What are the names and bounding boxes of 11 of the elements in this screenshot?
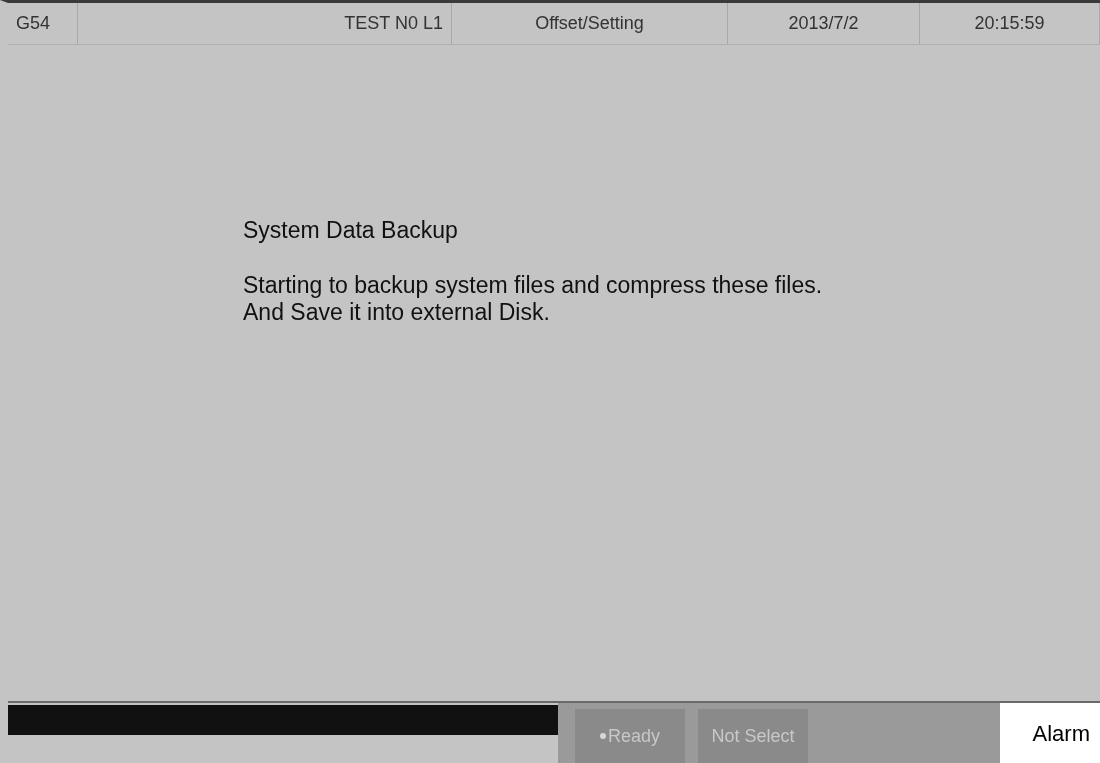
header-text: 20:15:59	[974, 12, 1045, 35]
header-text: TEST N0 L1	[344, 12, 443, 35]
header-text: 2013/7/2	[788, 12, 859, 35]
message-text: And Save it into external Disk.	[243, 299, 551, 327]
header-text: G54	[16, 12, 51, 35]
status-indicator: Ready	[575, 709, 685, 763]
header-text: Offset/Setting	[535, 12, 644, 35]
alarm-label: Alarm	[1000, 703, 1100, 763]
status-indicator: Not Select	[698, 709, 808, 763]
dialog-title: System Data Backup	[243, 216, 459, 245]
message-text: Starting to backup system files and compress these files.	[243, 271, 824, 300]
